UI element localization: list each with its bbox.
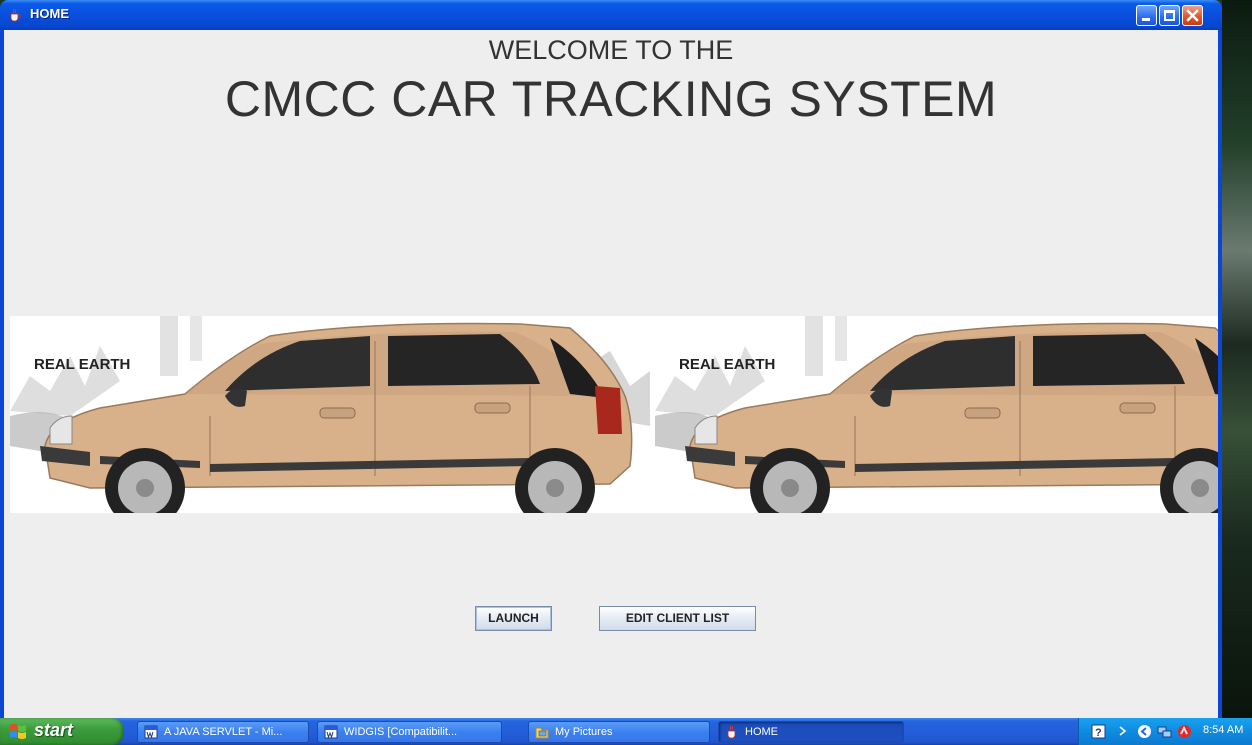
taskbar-item-label: My Pictures: [555, 726, 613, 738]
folder-icon: [535, 727, 549, 739]
system-tray: ? 8:54 AM: [1078, 718, 1252, 745]
maximize-icon: [1164, 10, 1175, 21]
minimize-icon: [1142, 18, 1150, 21]
banner-panel-right: REAL EARTH: [655, 316, 1218, 513]
welcome-heading: WELCOME TO THE: [488, 35, 734, 65]
real-earth-label: REAL EARTH: [679, 356, 776, 373]
maximize-button[interactable]: [1159, 5, 1180, 26]
help-icon[interactable]: ?: [1091, 724, 1106, 739]
taskbar-item-java-servlet[interactable]: A JAVA SERVLET - Mi...: [137, 721, 309, 743]
close-button[interactable]: [1182, 5, 1203, 26]
taskbar-item-home[interactable]: HOME: [718, 721, 904, 743]
start-label: start: [34, 720, 74, 740]
car-banner-image: REAL EARTH REAL EARTH: [10, 316, 1218, 513]
taskbar-item-label: HOME: [745, 726, 778, 738]
edit-client-list-button[interactable]: EDIT CLIENT LIST: [599, 606, 756, 631]
app-window: HOME WELCOME TO THE CMCC CAR TRACKING SY…: [0, 0, 1222, 718]
car-image: [10, 316, 650, 513]
svg-text:?: ?: [1095, 727, 1102, 739]
clock: 8:54 AM: [1203, 724, 1244, 736]
bluetooth-icon[interactable]: [1115, 724, 1130, 739]
window-content: WELCOME TO THE CMCC CAR TRACKING SYSTEM: [4, 30, 1218, 718]
word-document-icon: [144, 725, 158, 739]
taskbar-item-label: A JAVA SERVLET - Mi...: [164, 726, 283, 738]
window-title: HOME: [30, 6, 69, 21]
page-title: CMCC CAR TRACKING SYSTEM: [224, 71, 998, 127]
real-earth-label: REAL EARTH: [34, 356, 131, 373]
java-cup-icon: [727, 725, 736, 739]
taskbar-item-my-pictures[interactable]: My Pictures: [528, 721, 710, 743]
start-button[interactable]: start: [0, 718, 124, 745]
window-titlebar[interactable]: HOME: [0, 0, 1222, 30]
word-document-icon: [324, 725, 338, 739]
network-icon[interactable]: [1157, 724, 1172, 739]
taskbar-item-widgis[interactable]: WIDGIS [Compatibilit...: [317, 721, 502, 743]
desktop-background: [1222, 0, 1252, 718]
close-icon: [1186, 9, 1199, 22]
taskbar: start A JAVA SERVLET - Mi... WIDGIS [Com…: [0, 718, 1252, 745]
car-image: [655, 316, 1218, 513]
antivirus-icon[interactable]: [1177, 724, 1192, 739]
minimize-button[interactable]: [1136, 5, 1157, 26]
java-cup-icon: [10, 8, 22, 22]
taskbar-item-label: WIDGIS [Compatibilit...: [344, 726, 458, 738]
windows-logo-icon: [10, 724, 26, 739]
volume-icon[interactable]: [1137, 724, 1152, 739]
launch-button[interactable]: LAUNCH: [475, 606, 552, 631]
banner-panel-left: REAL EARTH: [10, 316, 650, 513]
